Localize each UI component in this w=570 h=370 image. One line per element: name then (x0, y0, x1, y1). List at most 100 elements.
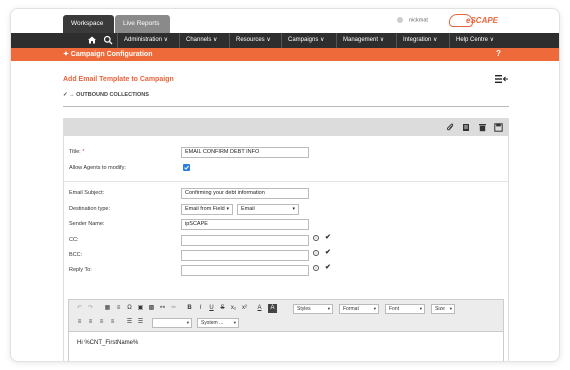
email-subject-input[interactable]: Confirming your debt information (181, 188, 309, 199)
nav-management[interactable]: Management ∨ (336, 33, 384, 48)
background-color-button[interactable]: A (268, 304, 277, 313)
chevron-down-icon: ▾ (186, 320, 189, 325)
editor-body-text[interactable]: Hi %CNT_FirstName% (77, 340, 138, 346)
required-marker: * (82, 149, 85, 155)
chevron-down-icon: ▾ (292, 206, 295, 212)
tab-workspace[interactable]: Workspace (63, 15, 114, 33)
format-dropdown-label: Format (343, 306, 359, 312)
logo-text: eSCAPE (466, 16, 499, 25)
email-body-editor: ↶ ↷ ▦ ≡ Ω ▣ ▩ ⚯ ⚮ B I U S x₂ x² A A Styl… (68, 299, 504, 361)
media-icon[interactable]: ▩ (147, 304, 156, 313)
align-center-icon[interactable]: ≡ (86, 318, 95, 327)
delete-icon[interactable] (478, 123, 487, 132)
allow-agents-checkbox[interactable] (183, 164, 190, 171)
format-dropdown[interactable]: Format ▾ (339, 304, 379, 314)
divider (63, 106, 509, 107)
superscript-button[interactable]: x² (240, 304, 249, 313)
system-dropdown[interactable]: System ... ▾ (197, 318, 239, 328)
link-icon[interactable]: ⚯ (158, 304, 167, 313)
font-dropdown[interactable]: Font ▾ (385, 304, 425, 314)
help-button[interactable]: ? (496, 49, 501, 58)
bcc-info-icon[interactable]: i (313, 250, 319, 256)
bcc-input[interactable] (181, 250, 309, 261)
cc-label: CC: (69, 237, 79, 243)
app-window: Workspace Live Reports nickmat eSCAPE Ad… (10, 8, 560, 362)
strikethrough-button[interactable]: S (218, 304, 227, 313)
font-dropdown-label: Font (389, 306, 400, 312)
underline-button[interactable]: U (207, 304, 216, 313)
collapse-menu-icon[interactable] (495, 75, 509, 83)
styles-dropdown-label: Styles (297, 306, 311, 312)
align-left-icon[interactable]: ≡ (75, 318, 84, 327)
form-separator (64, 181, 508, 182)
reply-to-label: Reply To: (69, 267, 92, 273)
cc-validate-icon[interactable]: ✔ (325, 233, 331, 241)
title-label: Title: * (69, 149, 84, 155)
sender-name-label: Sender Name: (69, 221, 105, 227)
breadcrumb: ✓ → OUTBOUND COLLECTIONS (63, 92, 149, 98)
destination-type-value: Email from Field (185, 206, 225, 212)
reply-to-validate-icon[interactable]: ✔ (325, 263, 331, 271)
ordered-list-icon[interactable]: ☰ (125, 318, 134, 327)
sender-name-input[interactable]: ipSCAPE (181, 219, 309, 230)
nav-administration[interactable]: Administration ∨ (117, 33, 168, 48)
config-title: ✦ Campaign Configuration (63, 51, 153, 58)
chevron-down-icon: ▾ (233, 320, 236, 325)
destination-field-select[interactable]: Email ▾ (237, 204, 299, 215)
unlink-icon[interactable]: ⚮ (169, 304, 178, 313)
chevron-down-icon: ▾ (419, 306, 422, 311)
size-dropdown-label: Size (435, 306, 445, 312)
nav-campaigns[interactable]: Campaigns ∨ (281, 33, 324, 48)
title-label-text: Title: (69, 149, 81, 155)
merge-field-dropdown[interactable]: ▾ (152, 318, 192, 328)
logo: eSCAPE (449, 14, 505, 28)
nav-resources[interactable]: Resources ∨ (229, 33, 271, 48)
redo-icon[interactable]: ↷ (86, 304, 95, 313)
align-right-icon[interactable]: ≡ (97, 318, 106, 327)
allow-agents-label: Allow Agents to modify: (69, 165, 126, 171)
chevron-down-icon: ▾ (449, 306, 452, 311)
cc-input[interactable] (181, 235, 309, 246)
attach-icon[interactable] (446, 123, 455, 132)
nav-integration[interactable]: Integration ∨ (396, 33, 437, 48)
unordered-list-icon[interactable]: ☰ (136, 318, 145, 327)
user-name: nickmat (409, 17, 428, 24)
title-input[interactable]: EMAIL CONFIRM DEBT INFO (181, 147, 309, 158)
chevron-down-icon: ▾ (226, 206, 229, 212)
chevron-down-icon: ▾ (327, 306, 330, 311)
template-icon[interactable] (462, 123, 471, 132)
subscript-button[interactable]: x₂ (229, 304, 238, 313)
special-char-icon[interactable]: Ω (125, 304, 134, 313)
editor-toolbar: ↶ ↷ ▦ ≡ Ω ▣ ▩ ⚯ ⚮ B I U S x₂ x² A A Styl… (69, 300, 503, 332)
nav-channels[interactable]: Channels ∨ (179, 33, 217, 48)
main-nav: Administration ∨ Channels ∨ Resources ∨ … (11, 33, 559, 48)
styles-dropdown[interactable]: Styles ▾ (293, 304, 333, 314)
page-title: Add Email Template to Campaign (63, 76, 174, 83)
bcc-label: BCC: (69, 252, 83, 258)
table-icon[interactable]: ▦ (103, 304, 112, 313)
destination-type-select[interactable]: Email from Field ▾ (181, 204, 233, 215)
destination-type-label: Destination type: (69, 206, 110, 212)
reply-to-info-icon[interactable]: i (313, 265, 319, 271)
search-icon[interactable] (103, 35, 113, 45)
panel-toolbar (64, 119, 508, 136)
bcc-validate-icon[interactable]: ✔ (325, 248, 331, 256)
nav-help-centre[interactable]: Help Centre ∨ (449, 33, 494, 48)
template-form-panel: Title: * EMAIL CONFIRM DEBT INFO Allow A… (63, 118, 509, 361)
home-icon[interactable] (87, 35, 97, 45)
align-justify-icon[interactable]: ≡ (108, 318, 117, 327)
image-icon[interactable]: ▣ (136, 304, 145, 313)
size-dropdown[interactable]: Size ▾ (431, 304, 455, 314)
top-bar: Workspace Live Reports nickmat eSCAPE (11, 9, 559, 33)
horizontal-rule-icon[interactable]: ≡ (114, 304, 123, 313)
tab-live-reports[interactable]: Live Reports (115, 15, 170, 33)
font-color-button[interactable]: A (255, 304, 264, 313)
reply-to-input[interactable] (181, 265, 309, 276)
undo-icon[interactable]: ↶ (75, 304, 84, 313)
cc-info-icon[interactable]: i (313, 235, 319, 241)
user-menu[interactable]: nickmat (397, 17, 428, 23)
bold-button[interactable]: B (185, 304, 194, 313)
chevron-down-icon: ▾ (373, 306, 376, 311)
save-icon[interactable] (494, 123, 503, 132)
italic-button[interactable]: I (196, 304, 205, 313)
